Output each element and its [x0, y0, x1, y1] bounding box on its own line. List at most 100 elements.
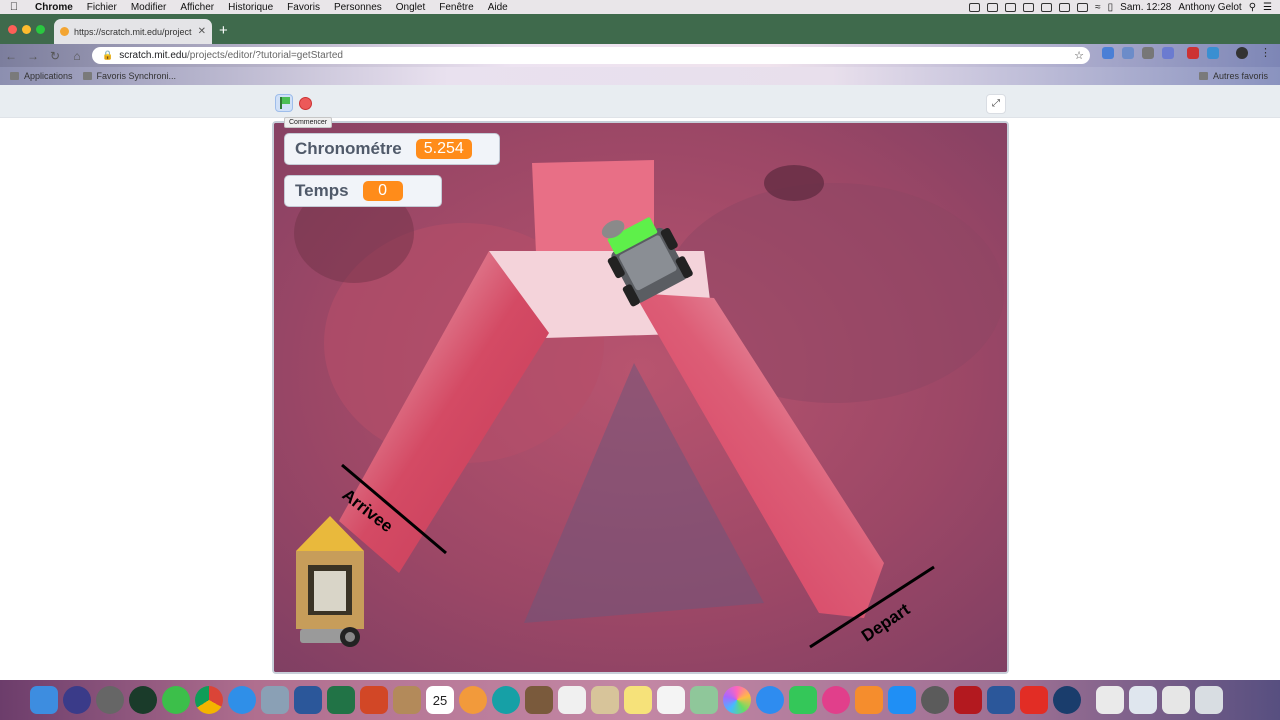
home-icon[interactable]: ⌂	[66, 49, 88, 63]
status-icon[interactable]	[1005, 2, 1017, 12]
menubar-user[interactable]: Anthony Gelot	[1178, 2, 1241, 13]
trash-icon[interactable]	[1195, 686, 1223, 714]
extension-icon[interactable]	[1187, 47, 1199, 59]
extension-icon[interactable]	[1102, 47, 1114, 59]
book-icon[interactable]	[525, 686, 553, 714]
finder-icon[interactable]	[30, 686, 58, 714]
photos-icon[interactable]	[459, 686, 487, 714]
status-icon[interactable]	[987, 2, 999, 12]
apple-menu-icon[interactable]: 	[0, 1, 28, 13]
status-icon[interactable]	[969, 2, 981, 12]
stop-button[interactable]	[299, 97, 312, 110]
monitor-value: 5.254	[415, 139, 472, 159]
extension-icon[interactable]	[1207, 47, 1219, 59]
browser-tabstrip: https://scratch.mit.edu/project ✕ +	[0, 14, 1280, 44]
textedit-icon[interactable]	[558, 686, 586, 714]
reload-icon[interactable]: ↻	[44, 49, 66, 63]
menu-aide[interactable]: Aide	[481, 2, 515, 13]
robot-sprite[interactable]	[592, 201, 702, 311]
arduino-icon[interactable]	[492, 686, 520, 714]
menu-afficher[interactable]: Afficher	[173, 2, 221, 13]
contacts-icon[interactable]	[591, 686, 619, 714]
close-tab-icon[interactable]: ✕	[198, 26, 206, 37]
preview-icon[interactable]	[261, 686, 289, 714]
reminders-icon[interactable]	[657, 686, 685, 714]
close-window-icon[interactable]	[8, 25, 17, 34]
bookmark-label: Favoris Synchroni...	[96, 71, 177, 81]
status-icon[interactable]	[1077, 2, 1089, 12]
downloads-icon[interactable]	[1162, 686, 1190, 714]
settings-icon[interactable]	[921, 686, 949, 714]
menubar-clock[interactable]: Sam. 12:28	[1120, 2, 1171, 13]
calendar-icon[interactable]: 25	[426, 686, 454, 714]
word2-icon[interactable]	[987, 686, 1015, 714]
browser-tab[interactable]: https://scratch.mit.edu/project ✕	[54, 19, 212, 44]
status-icon[interactable]	[1059, 2, 1071, 12]
fullscreen-icon[interactable]: ⤢	[986, 94, 1006, 114]
address-bar[interactable]: 🔒 scratch.mit.edu /projects/editor/?tuto…	[92, 47, 1090, 64]
menu-fenetre[interactable]: Fenêtre	[432, 2, 480, 13]
messages-icon[interactable]	[756, 686, 784, 714]
extension-icon[interactable]	[1142, 47, 1154, 59]
forward-icon[interactable]: →	[22, 49, 44, 63]
menu-fichier[interactable]: Fichier	[80, 2, 124, 13]
menu-app-name[interactable]: Chrome	[28, 2, 80, 13]
bookmark-star-icon[interactable]: ☆	[1074, 49, 1084, 62]
wifi-icon[interactable]: ≈	[1095, 2, 1101, 13]
scratch-player-page: ⤢ Commencer Arrivee Depart Chronométre 5…	[0, 85, 1280, 680]
extension-icon[interactable]	[1122, 47, 1134, 59]
menu-favoris[interactable]: Favoris	[280, 2, 327, 13]
ibooks-icon[interactable]	[855, 686, 883, 714]
safari-icon[interactable]	[228, 686, 256, 714]
spotlight-icon[interactable]: ⚲	[1249, 2, 1256, 13]
stage-header: ⤢	[0, 85, 1280, 118]
menu-onglet[interactable]: Onglet	[389, 2, 432, 13]
new-tab-icon[interactable]: +	[219, 23, 228, 38]
notification-center-icon[interactable]: ☰	[1263, 2, 1272, 13]
minimize-window-icon[interactable]	[22, 25, 31, 34]
documents-icon[interactable]	[1096, 686, 1124, 714]
finder2-icon[interactable]	[1129, 686, 1157, 714]
menu-historique[interactable]: Historique	[221, 2, 280, 13]
back-icon[interactable]: ←	[0, 49, 22, 63]
extension-icon[interactable]	[1162, 47, 1174, 59]
sync-icon[interactable]	[162, 686, 190, 714]
photos2-icon[interactable]	[723, 686, 751, 714]
acrobat-icon[interactable]	[1020, 686, 1048, 714]
chrome-menu-icon[interactable]: ⋮	[1260, 47, 1272, 59]
bookmark-favoris-synchronises[interactable]: Favoris Synchroni...	[73, 71, 177, 81]
appstore-icon[interactable]	[888, 686, 916, 714]
archive-icon[interactable]	[393, 686, 421, 714]
launchpad-icon[interactable]	[96, 686, 124, 714]
status-icon[interactable]	[1041, 2, 1053, 12]
monitor-label: Chronométre	[295, 139, 402, 158]
menu-personnes[interactable]: Personnes	[327, 2, 389, 13]
bookmark-applications[interactable]: Applications	[0, 71, 73, 81]
house-sprite[interactable]	[290, 511, 370, 651]
maps-icon[interactable]	[690, 686, 718, 714]
monitor-chronometre[interactable]: Chronométre 5.254	[284, 133, 500, 165]
bookmark-label: Autres favoris	[1212, 71, 1268, 81]
bookmark-autres-favoris[interactable]: Autres favoris	[1189, 71, 1280, 81]
menu-modifier[interactable]: Modifier	[124, 2, 174, 13]
green-flag-button[interactable]	[275, 94, 293, 112]
battery-icon[interactable]: ▯	[1108, 2, 1114, 13]
excel-icon[interactable]	[327, 686, 355, 714]
monitor-temps[interactable]: Temps 0	[284, 175, 442, 207]
facetime-icon[interactable]	[789, 686, 817, 714]
macos-menubar:  Chrome Fichier Modifier Afficher Histo…	[0, 0, 1280, 14]
zoom-window-icon[interactable]	[36, 25, 45, 34]
itunes-icon[interactable]	[822, 686, 850, 714]
notes-icon[interactable]	[624, 686, 652, 714]
notability-icon[interactable]	[129, 686, 157, 714]
profile-avatar[interactable]	[1236, 47, 1248, 59]
siri-icon[interactable]	[63, 686, 91, 714]
status-icon[interactable]	[1023, 2, 1035, 12]
monitor-value: 0	[362, 181, 403, 201]
filezilla-icon[interactable]	[954, 686, 982, 714]
quicktime-icon[interactable]	[1053, 686, 1081, 714]
powerpoint-icon[interactable]	[360, 686, 388, 714]
chrome-icon[interactable]	[195, 686, 223, 714]
word-icon[interactable]	[294, 686, 322, 714]
stage-canvas[interactable]: Arrivee Depart Chronométre 5.254 Temps 0	[272, 121, 1009, 674]
